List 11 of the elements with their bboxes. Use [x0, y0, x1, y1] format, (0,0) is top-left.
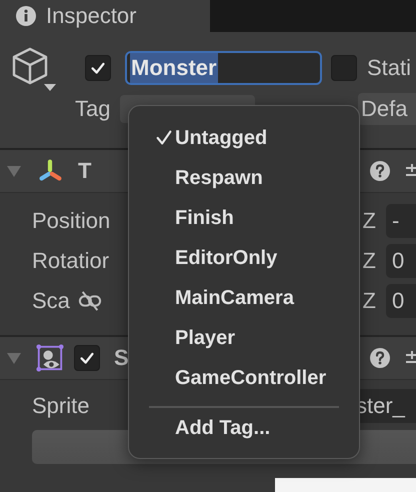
property-label: Position: [32, 208, 110, 234]
tag-label: Tag: [75, 96, 110, 122]
component-title: T: [78, 158, 92, 184]
component-title: S: [114, 345, 129, 371]
property-label: Sprite: [32, 393, 90, 419]
static-label: Stati: [367, 55, 412, 81]
axis-label: Z: [362, 288, 376, 314]
property-label: Rotatior: [32, 248, 110, 274]
axis-label: Z: [362, 208, 376, 234]
axis-label: Z: [362, 248, 376, 274]
property-label: Sca: [32, 288, 70, 314]
